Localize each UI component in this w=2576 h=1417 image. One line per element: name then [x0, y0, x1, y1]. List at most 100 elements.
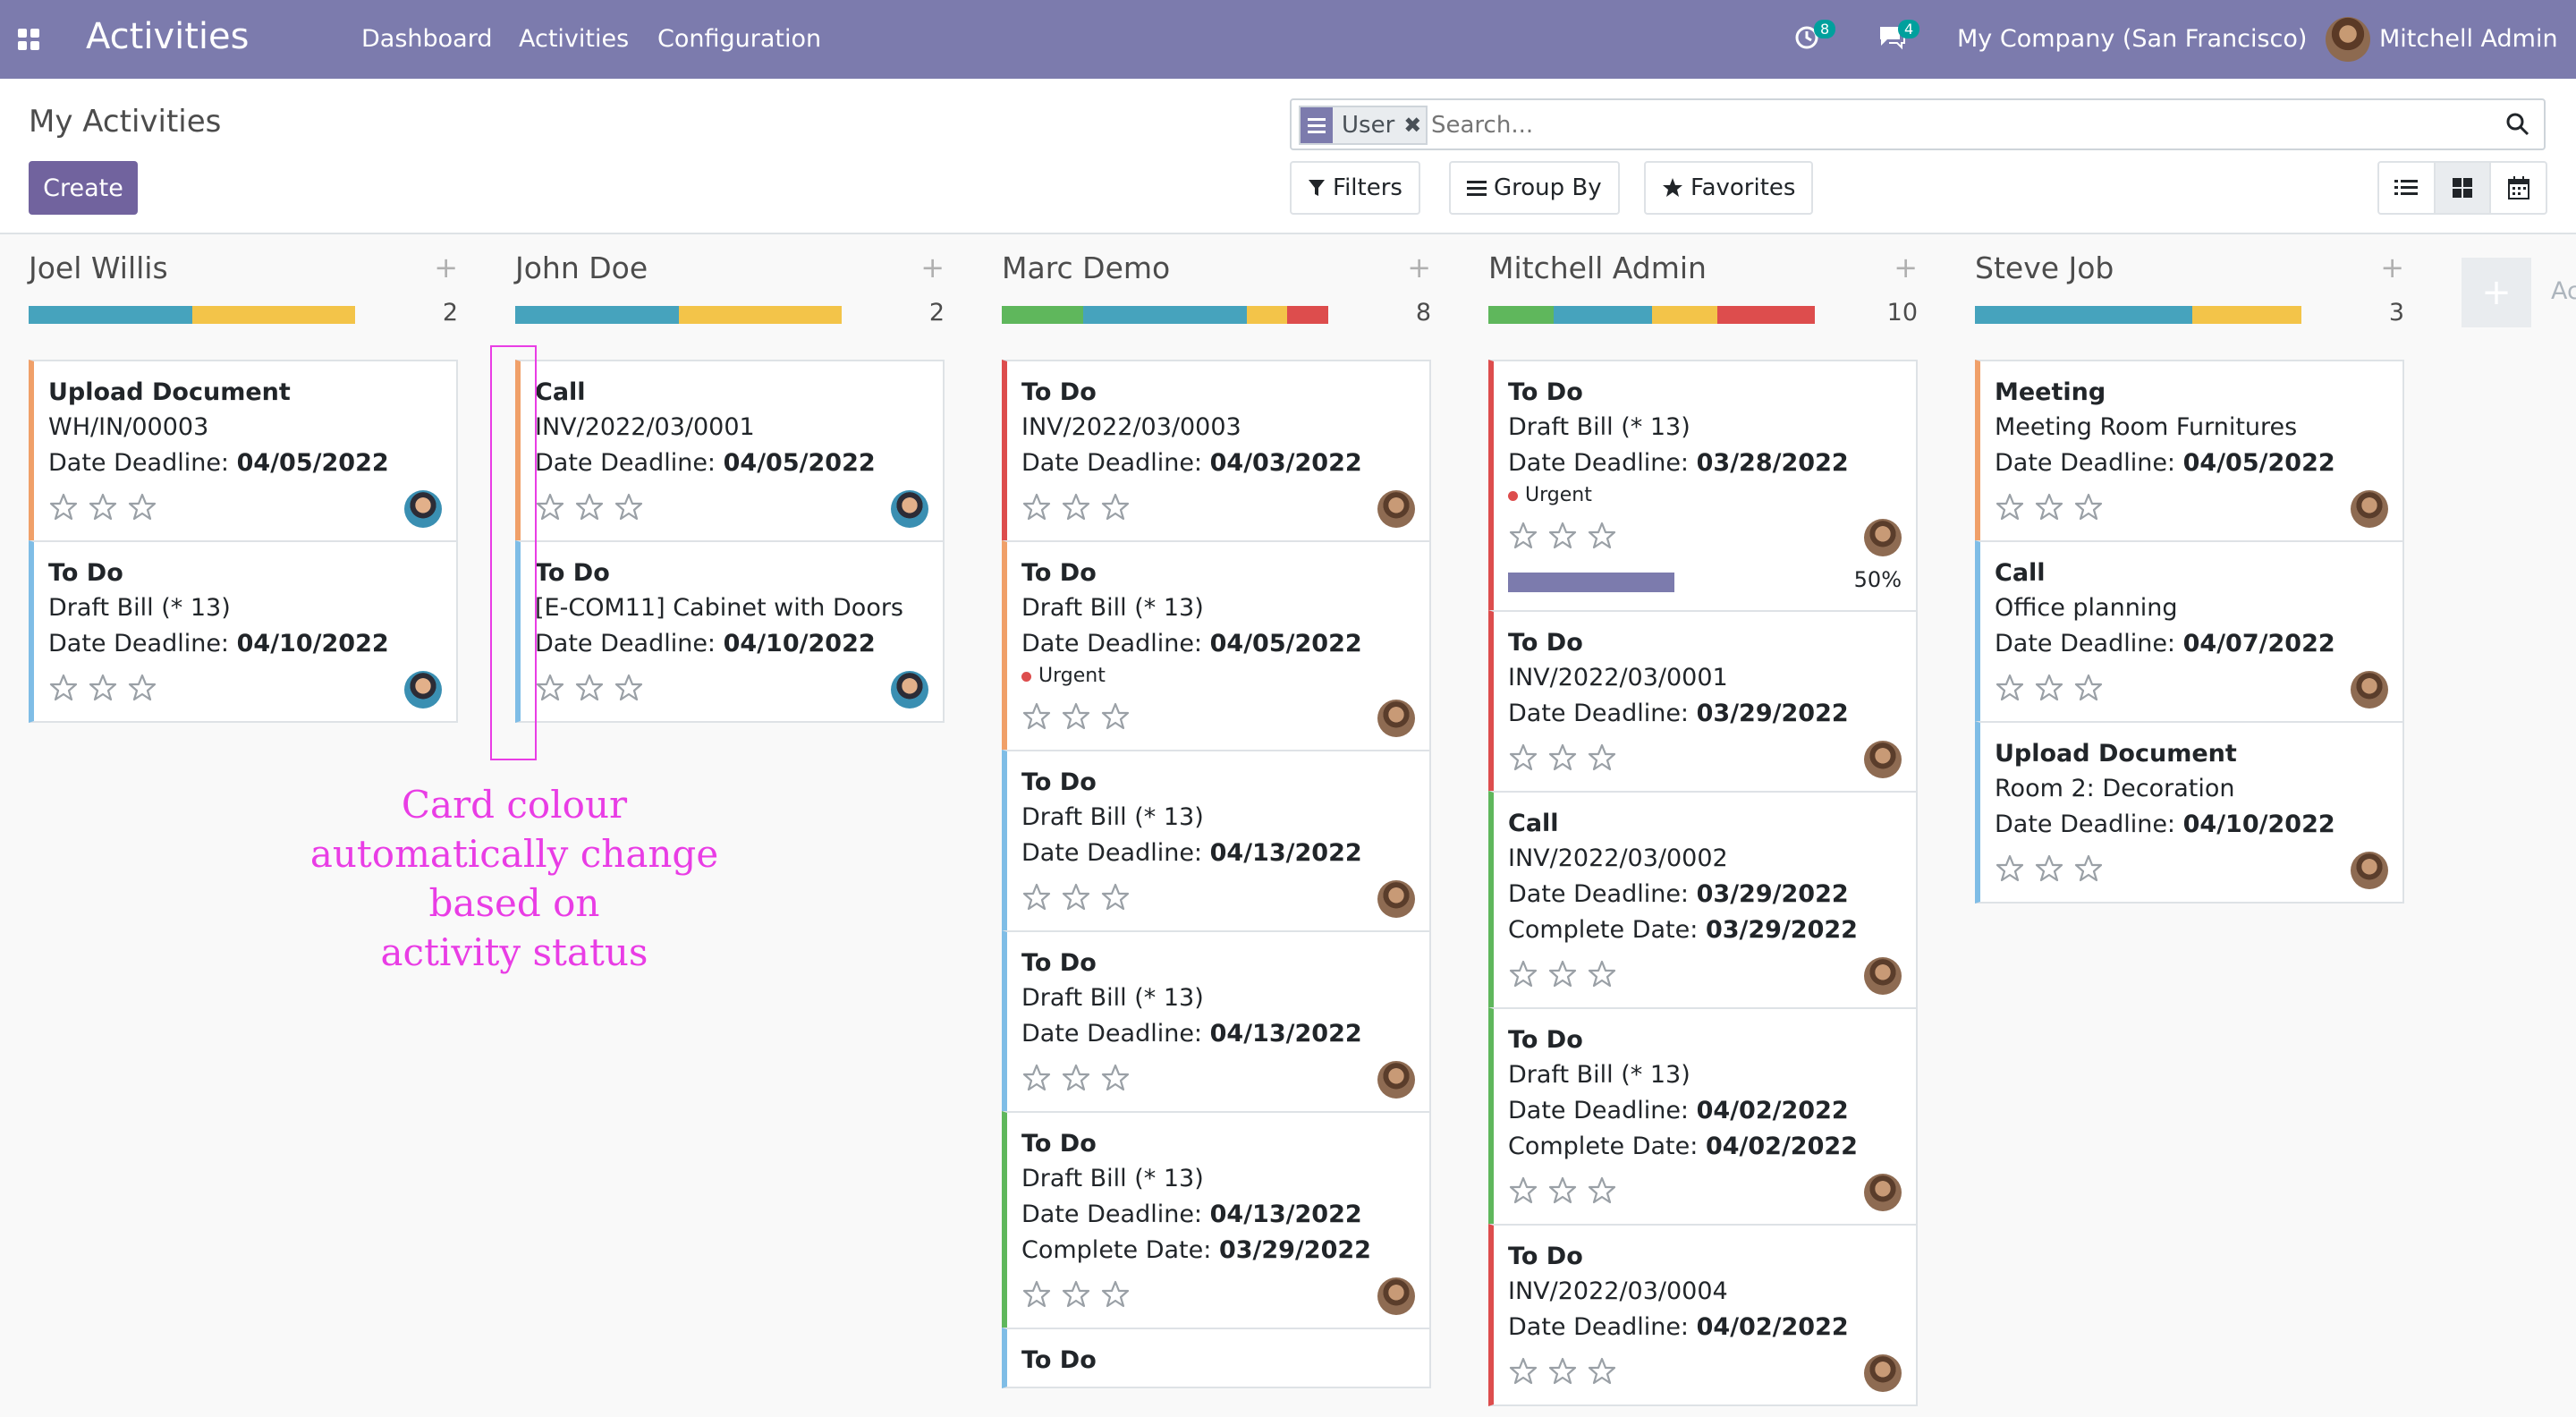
- activity-card[interactable]: Call INV/2022/03/0001 Date Deadline: 04/05…: [515, 360, 945, 542]
- star-icon[interactable]: [1508, 1175, 1538, 1206]
- activity-card[interactable]: Call Office planning Date Deadline: 04/07/…: [1975, 540, 2404, 723]
- favorites-button[interactable]: Favorites: [1644, 161, 1814, 215]
- activity-card[interactable]: To Do Draft Bill (* 13) Date Deadline: 04/…: [1488, 1007, 1918, 1226]
- star-icon[interactable]: [127, 492, 157, 522]
- star-icon[interactable]: [1100, 1279, 1131, 1310]
- star-icon[interactable]: [1547, 1175, 1578, 1206]
- star-icon[interactable]: [1100, 1063, 1131, 1093]
- star-icon[interactable]: [2034, 492, 2064, 522]
- add-column-button[interactable]: +: [2462, 258, 2531, 327]
- assignee-avatar[interactable]: [1864, 519, 1902, 556]
- star-icon[interactable]: [1587, 959, 1617, 989]
- search-icon[interactable]: [2504, 111, 2531, 138]
- column-quick-add-button[interactable]: +: [920, 250, 945, 284]
- search-facet-user[interactable]: User ✖: [1299, 106, 1428, 145]
- assignee-avatar[interactable]: [2351, 852, 2388, 889]
- star-icon[interactable]: [1587, 1356, 1617, 1387]
- activity-card[interactable]: To Do INV/2022/03/0003 Date Deadline: 04/0…: [1002, 360, 1431, 542]
- star-icon[interactable]: [1508, 959, 1538, 989]
- assignee-avatar[interactable]: [1377, 1277, 1415, 1315]
- star-icon[interactable]: [1508, 1356, 1538, 1387]
- user-avatar[interactable]: [2326, 17, 2370, 62]
- star-icon[interactable]: [1547, 1356, 1578, 1387]
- column-quick-add-button[interactable]: +: [1894, 250, 1918, 284]
- star-icon[interactable]: [2073, 492, 2104, 522]
- assignee-avatar[interactable]: [1864, 741, 1902, 778]
- star-icon[interactable]: [1587, 742, 1617, 773]
- assignee-avatar[interactable]: [1377, 880, 1415, 918]
- facet-remove-icon[interactable]: ✖: [1403, 113, 1421, 138]
- progress-segment-blue[interactable]: [1083, 306, 1247, 324]
- assignee-avatar[interactable]: [1864, 957, 1902, 995]
- star-icon[interactable]: [1021, 492, 1052, 522]
- star-icon[interactable]: [1995, 492, 2025, 522]
- activity-card[interactable]: To Do Draft Bill (* 13) Date Deadline: 04/…: [1002, 1111, 1431, 1329]
- progress-segment-blue[interactable]: [515, 306, 679, 324]
- column-quick-add-button[interactable]: +: [2380, 250, 2404, 284]
- star-icon[interactable]: [1021, 1279, 1052, 1310]
- assignee-avatar[interactable]: [2351, 490, 2388, 528]
- progress-segment-green[interactable]: [1488, 306, 1554, 324]
- assignee-avatar[interactable]: [891, 671, 928, 708]
- progress-segment-blue[interactable]: [29, 306, 192, 324]
- star-icon[interactable]: [48, 492, 79, 522]
- column-progress-bar[interactable]: [29, 306, 355, 324]
- column-progress-bar[interactable]: [1975, 306, 2301, 324]
- menu-activities[interactable]: Activities: [519, 25, 629, 53]
- star-icon[interactable]: [614, 673, 644, 703]
- assignee-avatar[interactable]: [1377, 1061, 1415, 1099]
- star-icon[interactable]: [1547, 521, 1578, 551]
- star-icon[interactable]: [2073, 673, 2104, 703]
- activity-card[interactable]: Call INV/2022/03/0002 Date Deadline: 03/29…: [1488, 791, 1918, 1009]
- star-icon[interactable]: [2034, 673, 2064, 703]
- assignee-avatar[interactable]: [891, 490, 928, 528]
- progress-segment-yellow[interactable]: [2192, 306, 2301, 324]
- activity-card[interactable]: To Do: [1002, 1328, 1431, 1388]
- progress-segment-blue[interactable]: [1554, 306, 1652, 324]
- star-icon[interactable]: [1587, 521, 1617, 551]
- activity-card[interactable]: Meeting Meeting Room Furnitures Date Deadl…: [1975, 360, 2404, 542]
- star-icon[interactable]: [1061, 492, 1091, 522]
- assignee-avatar[interactable]: [1377, 700, 1415, 737]
- activity-card[interactable]: To Do INV/2022/03/0001 Date Deadline: 03/2…: [1488, 610, 1918, 793]
- kanban-view-button[interactable]: [2433, 163, 2490, 213]
- star-icon[interactable]: [1061, 1063, 1091, 1093]
- search-input[interactable]: [1431, 106, 2487, 145]
- activity-card[interactable]: To Do INV/2022/03/0004 Date Deadline: 04/0…: [1488, 1224, 1918, 1406]
- star-icon[interactable]: [1100, 882, 1131, 912]
- activity-card[interactable]: To Do Draft Bill (* 13) Date Deadline: 04/…: [1002, 930, 1431, 1113]
- star-icon[interactable]: [1587, 1175, 1617, 1206]
- star-icon[interactable]: [88, 492, 118, 522]
- progress-segment-yellow[interactable]: [1246, 306, 1288, 324]
- progress-segment-red[interactable]: [1287, 306, 1328, 324]
- star-icon[interactable]: [1100, 492, 1131, 522]
- assignee-avatar[interactable]: [1864, 1174, 1902, 1211]
- star-icon[interactable]: [127, 673, 157, 703]
- filters-button[interactable]: Filters: [1290, 161, 1420, 215]
- progress-segment-red[interactable]: [1716, 306, 1815, 324]
- progress-segment-green[interactable]: [1002, 306, 1084, 324]
- app-brand[interactable]: Activities: [86, 16, 249, 57]
- assignee-avatar[interactable]: [1377, 490, 1415, 528]
- star-icon[interactable]: [1021, 1063, 1052, 1093]
- activity-systray[interactable]: 8: [1792, 20, 1836, 54]
- star-icon[interactable]: [1100, 701, 1131, 732]
- create-button[interactable]: Create: [29, 161, 138, 215]
- calendar-view-button[interactable]: [2489, 163, 2546, 213]
- list-view-button[interactable]: [2379, 163, 2434, 213]
- company-switcher[interactable]: My Company (San Francisco): [1957, 25, 2307, 53]
- apps-menu-icon[interactable]: [18, 29, 39, 50]
- assignee-avatar[interactable]: [1864, 1354, 1902, 1392]
- assignee-avatar[interactable]: [2351, 671, 2388, 708]
- star-icon[interactable]: [574, 492, 605, 522]
- star-icon[interactable]: [1021, 882, 1052, 912]
- group-by-button[interactable]: Group By: [1449, 161, 1620, 215]
- star-icon[interactable]: [1061, 701, 1091, 732]
- progress-segment-blue[interactable]: [1975, 306, 2193, 324]
- star-icon[interactable]: [1547, 959, 1578, 989]
- activity-card[interactable]: Upload Document Room 2: Decoration Date De…: [1975, 721, 2404, 904]
- star-icon[interactable]: [88, 673, 118, 703]
- star-icon[interactable]: [574, 673, 605, 703]
- activity-card[interactable]: To Do [E-COM11] Cabinet with Doors Date De…: [515, 540, 945, 723]
- star-icon[interactable]: [614, 492, 644, 522]
